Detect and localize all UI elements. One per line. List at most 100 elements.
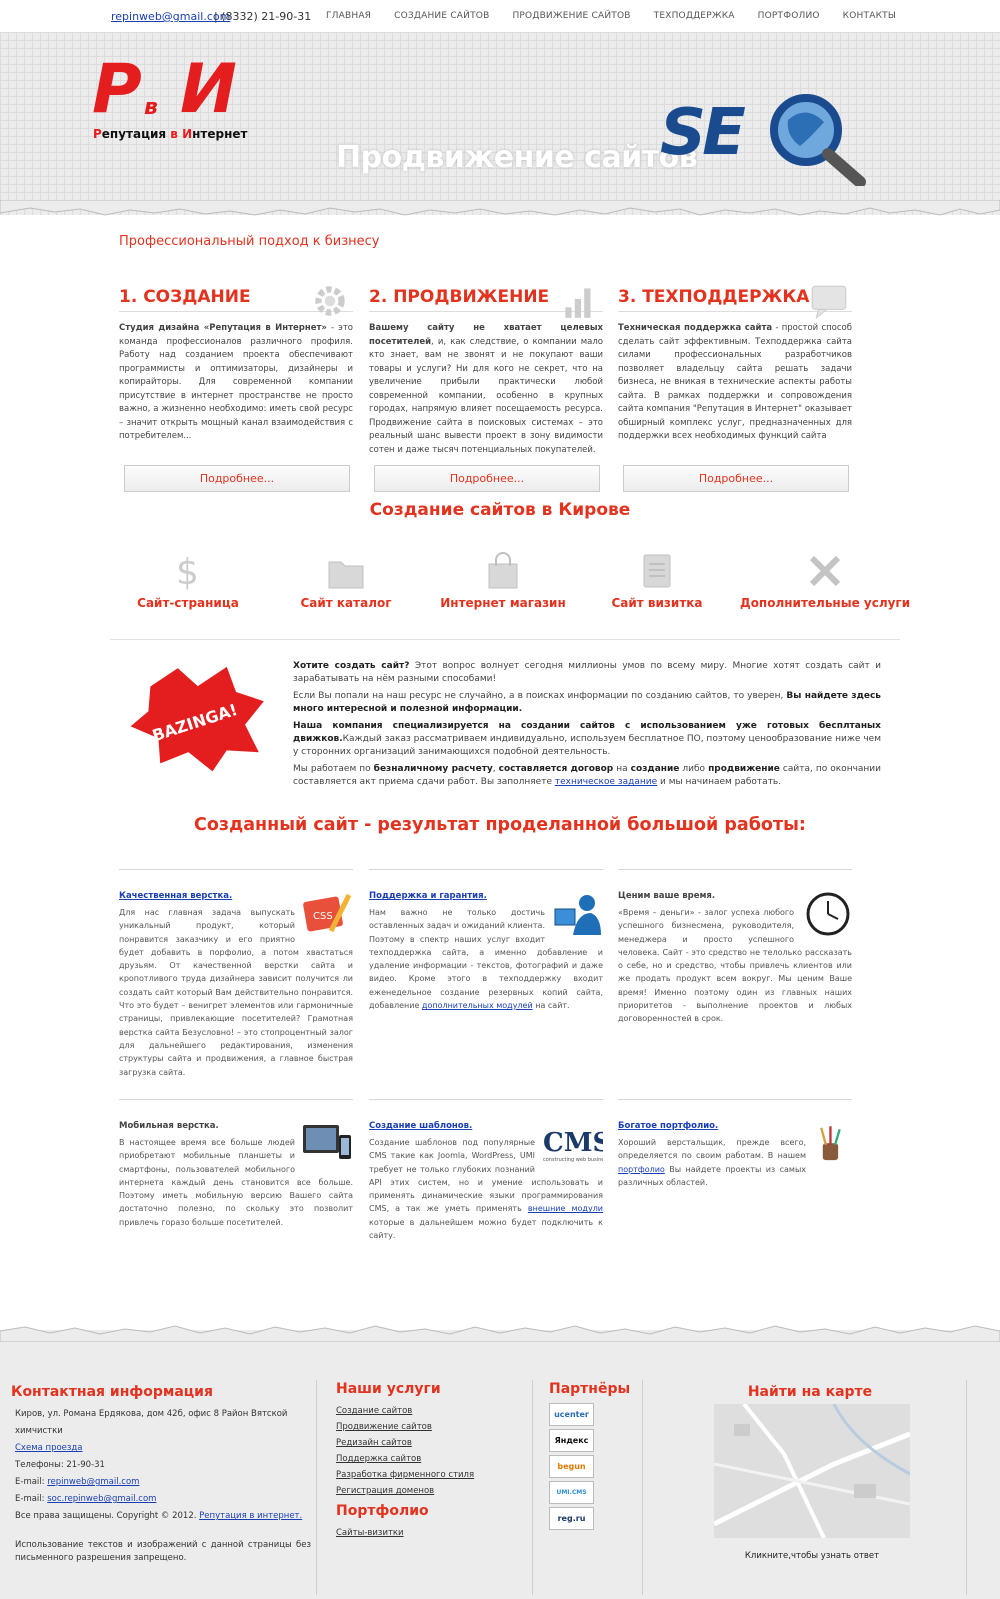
services-title: Создание сайтов в Кирове bbox=[369, 500, 631, 520]
nav-item-portfolio[interactable]: ПОРТФОЛИО bbox=[758, 11, 820, 21]
column-text: Вашему сайту не хватает целевых посетите… bbox=[369, 323, 603, 455]
intro-paragraph: Хотите создать сайт? Этот вопрос волнует… bbox=[293, 661, 881, 684]
nav-item-create[interactable]: СОЗДАНИЕ САЙТОВ bbox=[394, 11, 489, 21]
nav-item-home[interactable]: ГЛАВНАЯ bbox=[326, 11, 371, 21]
nav-item-promotion[interactable]: ПРОДВИЖЕНИЕ САЙТОВ bbox=[512, 11, 630, 21]
cms-logo-icon: CMSconstructing web business bbox=[543, 1128, 603, 1163]
divider bbox=[110, 639, 900, 640]
nav-item-contacts[interactable]: КОНТАКТЫ bbox=[843, 11, 896, 21]
hero-title: Продвижение сайтов bbox=[336, 140, 698, 175]
footer-portfolio-link[interactable]: Сайты-визитки bbox=[336, 1528, 404, 1538]
feature-title-link[interactable]: Поддержка и гарантия. bbox=[369, 891, 487, 901]
map-image bbox=[714, 1404, 910, 1538]
footer-address: Киров, ул. Романа Ердякова, дом 42б, офи… bbox=[15, 1409, 288, 1436]
more-button-creation[interactable]: Подробнее... bbox=[124, 465, 350, 492]
shopping-bag-icon bbox=[488, 552, 518, 589]
support-person-icon bbox=[554, 895, 601, 935]
service-label: Интернет магазин bbox=[440, 596, 566, 610]
feature-title-link[interactable]: Создание шаблонов. bbox=[369, 1121, 472, 1131]
footer-divider bbox=[966, 1380, 967, 1595]
footer-service-link[interactable]: Создание сайтов bbox=[336, 1406, 412, 1416]
css-pencil-icon: CSS bbox=[303, 893, 352, 933]
more-button-promotion[interactable]: Подробнее... bbox=[374, 465, 600, 492]
service-label: Дополнительные услуги bbox=[740, 596, 911, 610]
seo-magnifier-icon: SE bbox=[660, 94, 866, 186]
torn-paper-edge bbox=[0, 1325, 1000, 1342]
svg-text:в: в bbox=[144, 95, 158, 120]
svg-text:И: И bbox=[180, 52, 237, 124]
footer-service-link[interactable]: Разработка фирменного стиля bbox=[336, 1470, 474, 1480]
footer-service-link[interactable]: Редизайн сайтов bbox=[336, 1438, 412, 1448]
column-promotion: 2. ПРОДВИЖЕНИЕ Вашему сайту не хватает ц… bbox=[369, 282, 603, 457]
result-title: Созданный сайт - результат проделанной б… bbox=[194, 815, 806, 835]
dollar-icon: $ bbox=[176, 552, 199, 590]
partner-begun-logo[interactable]: begun bbox=[549, 1455, 594, 1478]
portfolio-link[interactable]: портфолио bbox=[618, 1165, 665, 1174]
section-tagline: Профессиональный подход к бизнесу bbox=[119, 234, 380, 249]
feature-portfolio: Богатое портфолио. Хороший верстальщик, … bbox=[618, 1099, 852, 1189]
brushes-icon bbox=[820, 1126, 841, 1161]
torn-paper-edge bbox=[0, 200, 1000, 216]
footer-divider bbox=[642, 1380, 643, 1595]
service-label: Сайт визитка bbox=[611, 596, 703, 610]
header-email-link[interactable]: repinweb@gmail.com bbox=[111, 10, 230, 23]
nav-item-support[interactable]: ТЕХПОДДЕРЖКА bbox=[654, 11, 735, 21]
header-phone: | (8332) 21-90-31 bbox=[214, 10, 312, 23]
feature-title-link[interactable]: Качественная верстка. bbox=[119, 891, 232, 901]
footer-email-link[interactable]: repinweb@gmail.com bbox=[47, 1477, 139, 1487]
svg-text:CMS: CMS bbox=[543, 1128, 603, 1158]
feature-quality-markup: CSS Качественная верстка. Для нас главна… bbox=[119, 869, 353, 1079]
intro-paragraph: Мы работаем по безналичному расчету, сос… bbox=[293, 764, 881, 787]
speech-bubble-icon bbox=[811, 285, 847, 320]
feature-templates: CMS constructing web business Создание ша… bbox=[369, 1099, 603, 1242]
tech-spec-link[interactable]: техническое задание bbox=[555, 777, 657, 787]
mobile-devices-icon bbox=[303, 1125, 351, 1159]
footer-service-link[interactable]: Поддержка сайтов bbox=[336, 1454, 421, 1464]
external-modules-link[interactable]: внешние модули bbox=[528, 1204, 603, 1213]
svg-text:SE: SE bbox=[660, 96, 745, 170]
map-caption: Кликните,чтобы узнать ответ bbox=[744, 1551, 880, 1561]
gear-icon bbox=[315, 286, 345, 316]
column-creation: 1. СОЗДАНИЕ Студия дизайна «Репутация в … bbox=[119, 282, 353, 444]
map-scheme-link[interactable]: Схема проезда bbox=[15, 1443, 83, 1453]
service-extra[interactable]: Дополнительные услуги bbox=[740, 550, 910, 610]
service-catalog[interactable]: Сайт каталог bbox=[261, 550, 431, 610]
feature-time: Ценим ваше время. «Время – деньги» - зал… bbox=[618, 869, 852, 1026]
footer-contacts: Контактная информация Киров, ул. Романа … bbox=[11, 1384, 311, 1563]
svg-text:constructing web business: constructing web business bbox=[543, 1157, 603, 1163]
footer-email2-link[interactable]: soc.repinweb@gmail.com bbox=[47, 1494, 156, 1504]
footer-phones: Телефоны: 21-90-31 bbox=[15, 1460, 105, 1470]
footer-map-block: Найти на карте bbox=[660, 1384, 960, 1406]
additional-modules-link[interactable]: дополнительных модулей bbox=[422, 1001, 533, 1010]
more-button-support[interactable]: Подробнее... bbox=[623, 465, 849, 492]
folder-icon bbox=[328, 561, 364, 589]
footer-service-link[interactable]: Продвижение сайтов bbox=[336, 1422, 432, 1432]
svg-text:CSS: CSS bbox=[313, 911, 333, 922]
notepad-icon bbox=[643, 554, 671, 588]
service-label: Сайт каталог bbox=[300, 596, 392, 610]
footer-divider bbox=[532, 1380, 533, 1595]
bar-chart-icon bbox=[565, 288, 591, 318]
partner-umicms-logo[interactable]: UMI.CMS bbox=[549, 1481, 594, 1504]
service-shop[interactable]: Интернет магазин bbox=[418, 550, 588, 610]
svg-text:Р: Р bbox=[92, 52, 141, 124]
service-one-page[interactable]: $ Сайт-страница bbox=[103, 550, 273, 610]
intro-text: Хотите создать сайт? Этот вопрос волнует… bbox=[293, 660, 881, 793]
partner-regru-logo[interactable]: reg.ru bbox=[549, 1507, 594, 1530]
footer-map-title: Найти на карте bbox=[747, 1384, 873, 1400]
footer-service-link[interactable]: Регистрация доменов bbox=[336, 1486, 434, 1496]
footer-company-link[interactable]: Репутация в интернет. bbox=[199, 1511, 302, 1521]
footer-contacts-title: Контактная информация bbox=[11, 1384, 213, 1400]
service-business-card[interactable]: Сайт визитка bbox=[572, 550, 742, 610]
clock-icon bbox=[806, 892, 850, 936]
logo-tagline: Репутация в Интернет bbox=[93, 127, 248, 141]
partner-yandex-logo[interactable]: Яндекс bbox=[549, 1429, 594, 1452]
company-logo[interactable]: Р в И bbox=[92, 52, 262, 124]
feature-title-link[interactable]: Богатое портфолио. bbox=[618, 1121, 718, 1131]
feature-mobile: Мобильная верстка. В настоящее время все… bbox=[119, 1099, 353, 1229]
svg-text:$: $ bbox=[176, 552, 199, 590]
location-map[interactable] bbox=[714, 1404, 910, 1538]
top-nav: ГЛАВНАЯ СОЗДАНИЕ САЙТОВ ПРОДВИЖЕНИЕ САЙТ… bbox=[326, 11, 896, 21]
partner-ucenter-logo[interactable]: ucenter bbox=[549, 1403, 594, 1426]
footer-partners-title: Партнёры bbox=[549, 1381, 631, 1397]
